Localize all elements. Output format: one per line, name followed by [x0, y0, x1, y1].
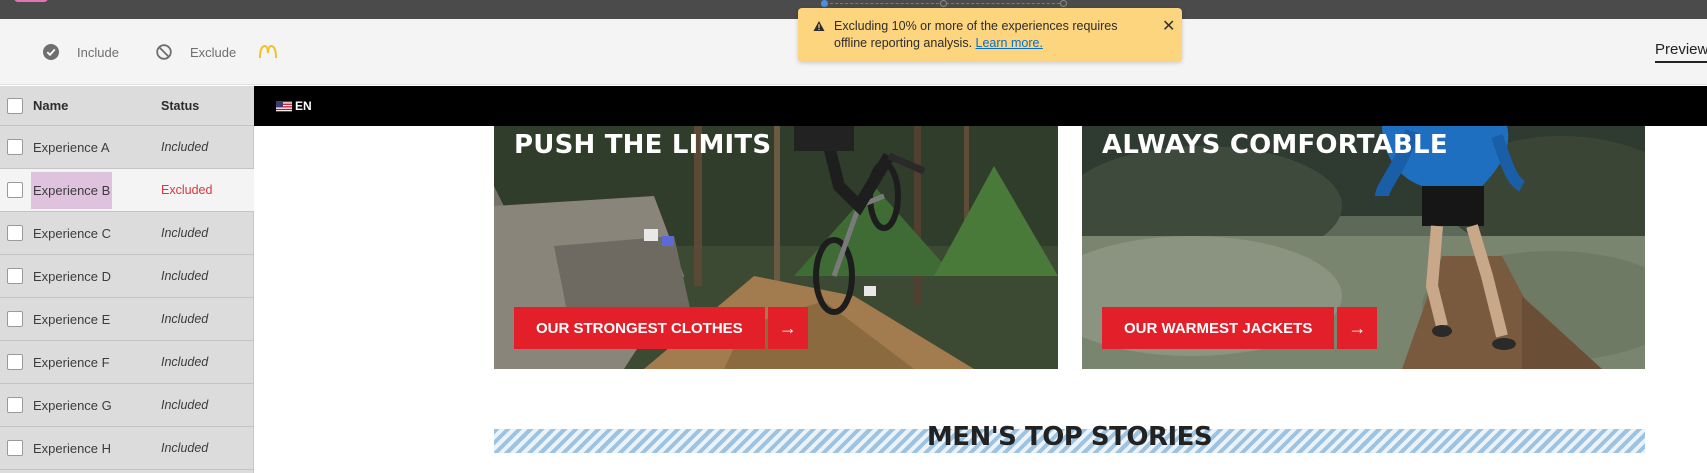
exclude-button[interactable]: Exclude — [156, 44, 236, 60]
hero-cta[interactable]: OUR WARMEST JACKETS → — [1102, 307, 1378, 349]
row-checkbox[interactable] — [7, 354, 23, 370]
experience-name: Experience F — [33, 354, 110, 370]
arrow-right-icon[interactable]: → — [1337, 307, 1378, 349]
language-bar: EN — [254, 86, 1707, 126]
experience-status: Excluded — [161, 183, 213, 197]
language-selector[interactable]: EN — [295, 99, 312, 113]
experience-name: Experience C — [33, 225, 112, 241]
experience-status: Included — [161, 140, 209, 154]
table-row[interactable]: Experience A Included — [0, 126, 254, 169]
row-checkbox[interactable] — [7, 268, 23, 284]
include-button[interactable]: Include — [43, 44, 119, 60]
alert-icon — [813, 21, 825, 31]
experience-name: Experience H — [33, 440, 112, 456]
hero-cta[interactable]: OUR STRONGEST CLOTHES → — [514, 307, 808, 349]
warning-toast: Excluding 10% or more of the experiences… — [798, 8, 1182, 62]
experience-status: Included — [161, 226, 209, 240]
cta-button[interactable]: OUR STRONGEST CLOTHES — [514, 307, 765, 349]
us-flag-icon[interactable] — [276, 101, 292, 112]
table-row[interactable]: Experience B Excluded — [0, 169, 254, 212]
progress-step-dot[interactable] — [940, 0, 947, 7]
row-checkbox[interactable] — [7, 182, 23, 198]
select-all-checkbox[interactable] — [7, 97, 23, 114]
table-header: Name Status — [0, 86, 254, 126]
experience-status: Included — [161, 269, 209, 283]
toast-message: Excluding 10% or more of the experiences… — [834, 18, 1154, 52]
row-checkbox[interactable] — [7, 139, 23, 155]
experience-status: Included — [161, 312, 209, 326]
experience-name: Experience A — [33, 139, 110, 155]
hero-card: PUSH THE LIMITS OUR STRONGEST CLOTHES → — [494, 126, 1058, 369]
arrow-right-icon[interactable]: → — [767, 307, 808, 349]
experience-status: Included — [161, 398, 209, 412]
progress-track — [821, 0, 1067, 7]
experience-name: Experience B — [31, 171, 113, 209]
experience-name: Experience G — [33, 397, 112, 413]
progress-step-dot[interactable] — [1060, 0, 1067, 7]
experience-name-highlight: Experience B — [31, 171, 113, 209]
row-checkbox[interactable] — [7, 440, 23, 456]
hero-card: ALWAYS COMFORTABLE OUR WARMEST JACKETS → — [1082, 126, 1645, 369]
check-circle-icon — [43, 44, 59, 60]
column-header-status[interactable]: Status — [161, 99, 199, 113]
preview-tab[interactable]: Preview — [1655, 41, 1707, 63]
row-checkbox[interactable] — [7, 397, 23, 413]
brand-arches-icon — [259, 45, 277, 59]
block-icon — [156, 44, 172, 60]
column-header-name[interactable]: Name — [33, 98, 68, 113]
close-icon[interactable]: ✕ — [1162, 19, 1175, 35]
table-row[interactable]: Experience E Included — [0, 298, 254, 341]
include-label: Include — [77, 44, 119, 60]
experience-status: Included — [161, 355, 209, 369]
table-row[interactable]: Experience D Included — [0, 255, 254, 298]
hero-title: PUSH THE LIMITS — [514, 130, 772, 160]
table-row[interactable]: Experience F Included — [0, 341, 254, 384]
cta-button[interactable]: OUR WARMEST JACKETS — [1102, 307, 1335, 349]
exclude-label: Exclude — [190, 44, 237, 60]
section-title: MEN'S TOP STORIES — [926, 422, 1213, 452]
experience-name: Experience E — [33, 311, 111, 327]
experience-table: Name Status Experience A Included Experi… — [0, 86, 254, 473]
table-row[interactable]: Experience C Included — [0, 212, 254, 255]
hero-title: ALWAYS COMFORTABLE — [1102, 130, 1448, 160]
progress-step-dot[interactable] — [821, 0, 828, 7]
app-logo-chip[interactable] — [14, 0, 48, 2]
row-checkbox[interactable] — [7, 311, 23, 327]
experience-status: Included — [161, 441, 209, 455]
page-preview: EN PUSH THE LIMITS OUR STRONGEST CLOTHES… — [254, 86, 1707, 473]
table-row[interactable]: Experience G Included — [0, 384, 254, 427]
learn-more-link[interactable]: Learn more. — [976, 36, 1043, 50]
table-row[interactable]: Experience H Included — [0, 427, 254, 470]
experience-name: Experience D — [33, 268, 112, 284]
row-checkbox[interactable] — [7, 225, 23, 241]
